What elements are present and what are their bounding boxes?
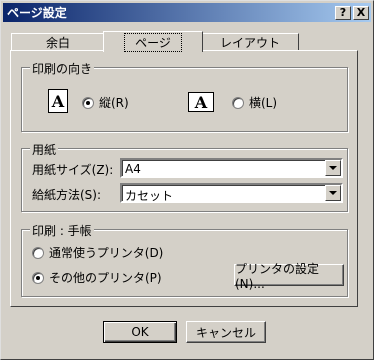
paper-source-label: 給紙方法(S): (32, 188, 102, 202)
default-printer-label: 通常使うプリンタ(D) (49, 246, 164, 260)
printer-settings-button[interactable]: プリンタの設定(N)... (234, 262, 344, 291)
window-title: ページ設定 (7, 6, 67, 20)
tab-margins-label: 余白 (45, 36, 70, 50)
other-printer-label: その他のプリンタ(P) (49, 271, 162, 285)
close-button[interactable]: X (353, 5, 369, 20)
portrait-radio[interactable] (82, 96, 94, 109)
tab-margins[interactable]: 余白 (11, 33, 105, 51)
paper-group: 用紙 用紙サイズ(Z): A4 給紙方法(S): カセット (21, 141, 348, 212)
orientation-legend: 印刷の向き (30, 60, 95, 77)
title-bar[interactable]: ページ設定 ? X (3, 3, 371, 22)
page-setup-dialog: ページ設定 ? X 余白 ページ レイアウト 印刷の向き A 縦(R) A 横(… (0, 0, 374, 360)
paper-size-value: A4 (125, 162, 141, 176)
tab-layout[interactable]: レイアウト (201, 33, 299, 51)
other-printer-option[interactable]: その他のプリンタ(P) (32, 269, 162, 286)
portrait-option[interactable]: 縦(R) (82, 94, 129, 111)
paper-legend: 用紙 (30, 141, 59, 158)
paper-size-select[interactable]: A4 (120, 158, 343, 178)
landscape-page-icon: A (188, 92, 214, 112)
ok-button[interactable]: OK (103, 321, 177, 343)
chevron-down-icon[interactable] (325, 185, 341, 201)
paper-source-value: カセット (125, 189, 174, 203)
help-button[interactable]: ? (335, 5, 351, 20)
printer-legend: 印刷 : 手帳 (30, 222, 94, 239)
landscape-option[interactable]: 横(L) (232, 94, 277, 111)
paper-size-label: 用紙サイズ(Z): (32, 163, 114, 177)
landscape-label: 横(L) (249, 96, 278, 110)
default-printer-radio[interactable] (32, 246, 44, 259)
printer-group: 印刷 : 手帳 通常使うプリンタ(D) その他のプリンタ(P) プリンタの設定(… (21, 222, 348, 297)
cancel-button[interactable]: キャンセル (186, 321, 266, 343)
default-printer-option[interactable]: 通常使うプリンタ(D) (32, 244, 163, 261)
paper-source-select[interactable]: カセット (120, 183, 343, 203)
orientation-group: 印刷の向き A 縦(R) A 横(L) (21, 60, 348, 132)
tab-layout-label: レイアウト (219, 36, 280, 50)
tab-page[interactable]: ページ (103, 31, 203, 52)
tab-page-label: ページ (124, 32, 182, 52)
tab-panel: 印刷の向き A 縦(R) A 横(L) 用紙 用紙サイズ(Z): A4 給紙方法… (10, 50, 358, 307)
portrait-label: 縦(R) (99, 96, 129, 110)
landscape-radio[interactable] (232, 96, 244, 109)
chevron-down-icon[interactable] (325, 160, 341, 176)
portrait-page-icon: A (48, 89, 68, 113)
other-printer-radio[interactable] (32, 271, 44, 284)
